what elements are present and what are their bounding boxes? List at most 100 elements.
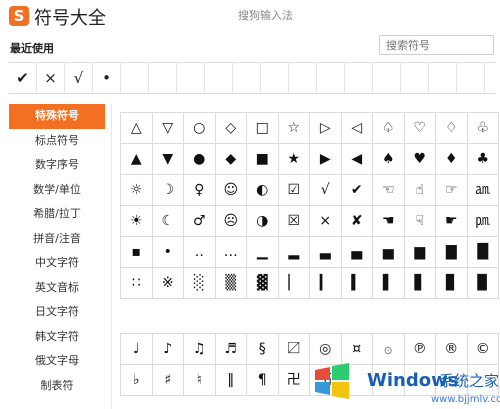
symbol-cell[interactable]: ☟ xyxy=(404,206,436,237)
symbol-cell[interactable]: ♧ xyxy=(467,113,499,144)
symbol-cell[interactable]: ▋ xyxy=(404,268,436,299)
symbol-cell[interactable]: ✘ xyxy=(341,206,373,237)
symbol-cell[interactable]: ▽ xyxy=(152,113,184,144)
symbol-cell[interactable]: ♢ xyxy=(436,113,468,144)
symbol-cell[interactable]: ♦ xyxy=(436,144,468,175)
recent-symbol-cell[interactable] xyxy=(177,63,205,93)
symbol-cell[interactable]: ☾ xyxy=(152,206,184,237)
recent-symbol-cell[interactable] xyxy=(289,63,317,93)
symbol-cell[interactable]: ▒ xyxy=(215,268,247,299)
symbol-cell[interactable]: ☜ xyxy=(373,175,405,206)
symbol-cell[interactable]: ♣ xyxy=(467,144,499,175)
recent-symbol-cell[interactable]: √ xyxy=(65,63,93,93)
symbol-cell[interactable]: ♩ xyxy=(121,334,153,365)
symbol-cell[interactable]: ☞ xyxy=(436,175,468,206)
search-input[interactable] xyxy=(379,35,494,55)
sidebar-item[interactable]: 数学/单位 xyxy=(9,178,105,203)
symbol-cell[interactable]: √ xyxy=(310,175,342,206)
recent-symbol-cell[interactable] xyxy=(457,63,485,93)
symbol-cell[interactable]: ▁ xyxy=(247,237,279,268)
sidebar-item[interactable]: 中文字符 xyxy=(9,251,105,276)
symbol-cell[interactable]: ▃ xyxy=(310,237,342,268)
symbol-cell[interactable]: ▶ xyxy=(310,144,342,175)
symbol-cell[interactable]: 〼 xyxy=(278,334,310,365)
symbol-cell[interactable]: ● xyxy=(184,144,216,175)
sidebar-item[interactable]: 标点符号 xyxy=(9,129,105,154)
recent-symbol-cell[interactable]: × xyxy=(37,63,65,93)
symbol-cell[interactable]: ♡ xyxy=(404,113,436,144)
sidebar-item[interactable]: 特殊符号 xyxy=(9,104,105,129)
sidebar-item[interactable]: 俄文字母 xyxy=(9,349,105,374)
symbol-cell[interactable]: ♤ xyxy=(373,113,405,144)
symbol-cell[interactable]: ♠ xyxy=(373,144,405,175)
symbol-cell[interactable]: • xyxy=(152,237,184,268)
symbol-cell[interactable]: … xyxy=(215,237,247,268)
symbol-cell[interactable]: ■ xyxy=(247,144,279,175)
symbol-cell[interactable]: △ xyxy=(121,113,153,144)
symbol-cell[interactable]: ▊ xyxy=(436,268,468,299)
symbol-cell[interactable]: ☑ xyxy=(278,175,310,206)
symbol-cell[interactable]: ☚ xyxy=(373,206,405,237)
recent-symbol-cell[interactable] xyxy=(149,63,177,93)
recent-symbol-cell[interactable] xyxy=(345,63,373,93)
recent-symbol-cell[interactable] xyxy=(401,63,429,93)
symbol-cell[interactable]: ░ xyxy=(184,268,216,299)
symbol-cell[interactable]: ㏂ xyxy=(467,175,499,206)
symbol-cell[interactable]: ◀ xyxy=(341,144,373,175)
sidebar-item[interactable]: 英文音标 xyxy=(9,276,105,301)
symbol-cell[interactable]: ◇ xyxy=(215,113,247,144)
recent-symbol-cell[interactable] xyxy=(233,63,261,93)
symbol-cell[interactable]: ∷ xyxy=(121,268,153,299)
symbol-cell[interactable]: § xyxy=(247,334,279,365)
symbol-cell[interactable]: ✔ xyxy=(341,175,373,206)
symbol-cell[interactable]: ☼ xyxy=(121,175,153,206)
symbol-cell[interactable]: ♪ xyxy=(152,334,184,365)
symbol-cell[interactable]: ♀ xyxy=(184,175,216,206)
symbol-cell[interactable]: ☝ xyxy=(404,175,436,206)
symbol-cell[interactable]: ▼ xyxy=(152,144,184,175)
symbol-cell[interactable]: ♬ xyxy=(215,334,247,365)
symbol-cell[interactable]: ☹ xyxy=(215,206,247,237)
symbol-cell[interactable]: ♭ xyxy=(121,365,153,396)
symbol-cell[interactable]: ▇ xyxy=(436,237,468,268)
recent-symbol-cell[interactable] xyxy=(429,63,457,93)
recent-symbol-cell[interactable] xyxy=(261,63,289,93)
symbol-cell[interactable]: ◆ xyxy=(215,144,247,175)
symbol-cell[interactable]: ☛ xyxy=(436,206,468,237)
symbol-cell[interactable]: ◐ xyxy=(247,175,279,206)
symbol-cell[interactable]: ☆ xyxy=(278,113,310,144)
recent-symbol-cell[interactable] xyxy=(373,63,401,93)
symbol-cell[interactable]: ▆ xyxy=(404,237,436,268)
symbol-cell[interactable]: ※ xyxy=(152,268,184,299)
symbol-cell[interactable]: ▎ xyxy=(310,268,342,299)
symbol-cell[interactable]: ◑ xyxy=(247,206,279,237)
symbol-cell[interactable]: ▂ xyxy=(278,237,310,268)
sidebar-item[interactable]: 数字序号 xyxy=(9,153,105,178)
symbol-cell[interactable]: ㏘ xyxy=(467,206,499,237)
symbol-cell[interactable]: ☒ xyxy=(278,206,310,237)
symbol-cell[interactable]: ▄ xyxy=(341,237,373,268)
symbol-cell[interactable]: ☀ xyxy=(121,206,153,237)
sidebar-item[interactable]: 日文字符 xyxy=(9,300,105,325)
symbol-cell[interactable]: ▉ xyxy=(467,268,499,299)
symbol-cell[interactable]: ‥ xyxy=(184,237,216,268)
symbol-cell[interactable]: ○ xyxy=(184,113,216,144)
recent-symbol-cell[interactable]: ✔ xyxy=(9,63,37,93)
sidebar-item[interactable]: 希腊/拉丁 xyxy=(9,202,105,227)
symbol-cell[interactable]: ☺ xyxy=(215,175,247,206)
symbol-cell[interactable]: ▅ xyxy=(373,237,405,268)
symbol-cell[interactable]: ♫ xyxy=(184,334,216,365)
symbol-cell[interactable]: ♂ xyxy=(184,206,216,237)
recent-symbol-cell[interactable] xyxy=(205,63,233,93)
sidebar-item[interactable]: 韩文字符 xyxy=(9,325,105,350)
symbol-cell[interactable]: ▲ xyxy=(121,144,153,175)
sidebar-item[interactable]: 拼音/注音 xyxy=(9,227,105,252)
symbol-cell[interactable]: ‖ xyxy=(215,365,247,396)
symbol-cell[interactable]: 卍 xyxy=(278,365,310,396)
symbol-cell[interactable]: ◁ xyxy=(341,113,373,144)
symbol-cell[interactable]: × xyxy=(310,206,342,237)
symbol-cell[interactable]: ★ xyxy=(278,144,310,175)
sidebar-item[interactable]: 制表符 xyxy=(9,374,105,399)
recent-symbol-cell[interactable] xyxy=(317,63,345,93)
recent-symbol-cell[interactable]: • xyxy=(93,63,121,93)
